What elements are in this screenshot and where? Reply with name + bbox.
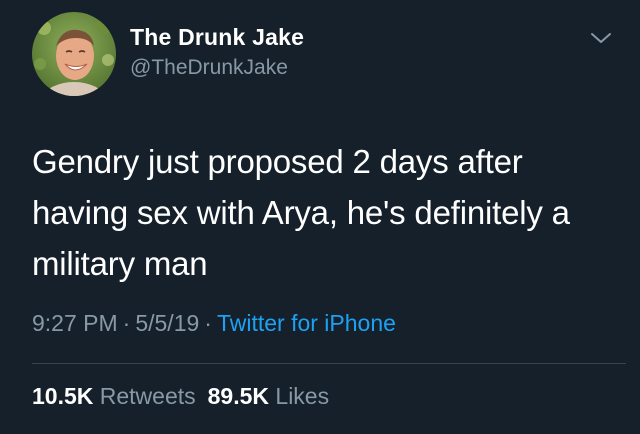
tweet-text-line: having sex with Arya, he's definitely a bbox=[32, 194, 570, 231]
tweet-text-line: military man bbox=[32, 245, 208, 282]
user-handle[interactable]: @TheDrunkJake bbox=[130, 56, 288, 80]
tweet-date[interactable]: 5/5/19 bbox=[135, 310, 199, 336]
retweets-label: Retweets bbox=[99, 383, 196, 409]
avatar-photo bbox=[32, 12, 116, 96]
display-name[interactable]: The Drunk Jake bbox=[130, 24, 304, 51]
avatar[interactable] bbox=[32, 12, 116, 96]
tweet-time[interactable]: 9:27 PM bbox=[32, 310, 118, 336]
retweets-stat[interactable]: 10.5K Retweets bbox=[32, 383, 196, 409]
meta-separator: · bbox=[122, 310, 131, 336]
likes-stat[interactable]: 89.5K Likes bbox=[208, 383, 329, 409]
tweet-source-link[interactable]: Twitter for iPhone bbox=[217, 310, 396, 336]
meta-separator: · bbox=[204, 310, 212, 336]
tweet-stats: 10.5K Retweets 89.5K Likes bbox=[32, 383, 329, 410]
tweet-text: Gendry just proposed 2 days after having… bbox=[32, 136, 612, 289]
tweet-text-line: Gendry just proposed 2 days after bbox=[32, 143, 523, 180]
tweet-metadata: 9:27 PM · 5/5/19 · Twitter for iPhone bbox=[32, 310, 396, 337]
chevron-down-icon[interactable] bbox=[588, 28, 614, 48]
divider bbox=[32, 363, 626, 364]
likes-count: 89.5K bbox=[207, 383, 270, 409]
likes-label: Likes bbox=[275, 383, 330, 409]
retweets-count: 10.5K bbox=[32, 383, 94, 409]
